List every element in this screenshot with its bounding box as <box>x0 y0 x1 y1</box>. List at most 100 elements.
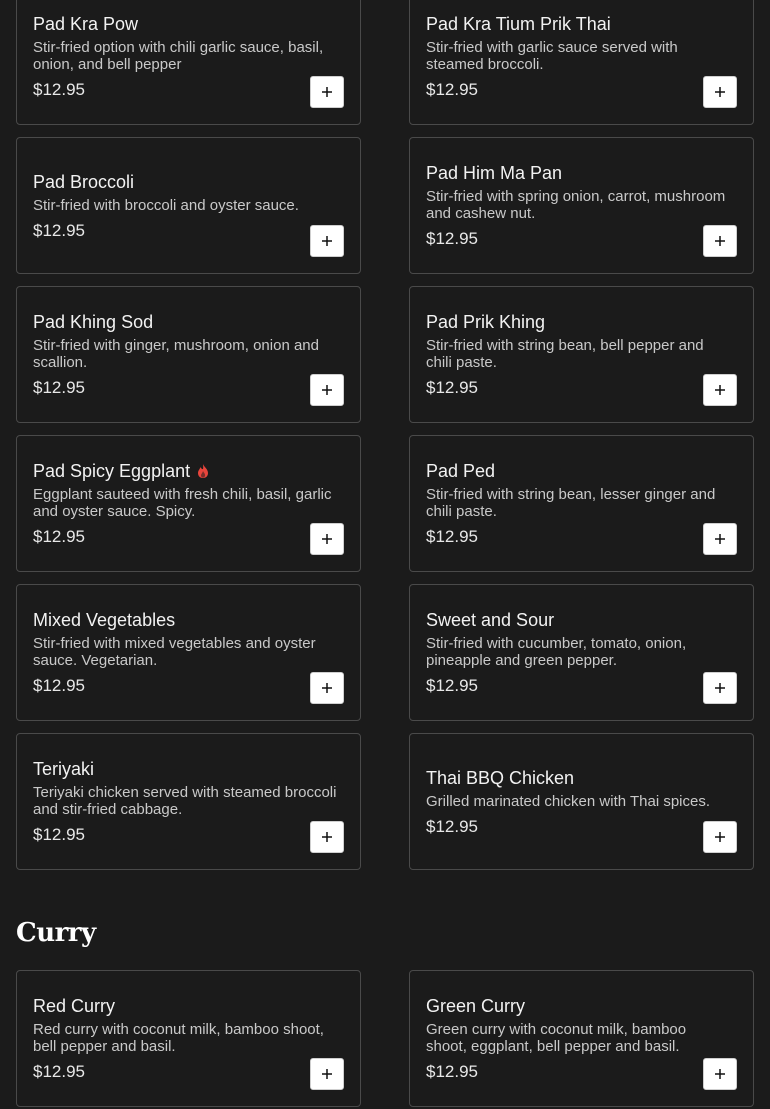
menu-item-card[interactable]: Mixed Vegetables Stir-fried with mixed v… <box>16 584 361 721</box>
add-to-cart-button[interactable] <box>703 523 737 555</box>
menu-item-name: Pad Kra Tium Prik Thai <box>426 14 611 34</box>
menu-item-price: $12.95 <box>33 825 85 844</box>
menu-item-name: Thai BBQ Chicken <box>426 767 575 788</box>
plus-icon <box>322 385 332 395</box>
menu-item-name: Red Curry <box>33 996 116 1016</box>
add-to-cart-button[interactable] <box>310 523 344 555</box>
menu-item-title-row: Pad Him Ma Pan <box>426 162 737 184</box>
plus-icon <box>322 683 332 693</box>
menu-item-description: Stir-fried with cucumber, tomato, onion,… <box>426 635 687 669</box>
add-to-cart-button[interactable] <box>703 225 737 257</box>
add-to-cart-button[interactable] <box>310 821 344 853</box>
menu-item-price: $12.95 <box>426 1062 478 1081</box>
plus-icon <box>322 1069 332 1079</box>
menu-item-title-row: Pad Broccoli <box>33 171 344 193</box>
menu-item-description: Grilled marinated chicken with Thai spic… <box>426 792 711 810</box>
add-to-cart-button[interactable] <box>310 225 344 257</box>
menu-item-card[interactable]: Thai BBQ Chicken Grilled marinated chick… <box>409 733 754 870</box>
add-to-cart-button[interactable] <box>703 76 737 108</box>
menu-item-description: Green curry with coconut milk, bamboo sh… <box>426 1021 687 1055</box>
add-to-cart-button[interactable] <box>310 1058 344 1090</box>
menu-item-price: $12.95 <box>33 527 85 546</box>
section-title-curry: Curry <box>16 918 96 948</box>
menu-item-description: Stir-fried with string bean, lesser ging… <box>426 486 716 520</box>
menu-item-card[interactable]: Green Curry Green curry with coconut mil… <box>409 970 754 1107</box>
menu-item-title-row: Pad Ped <box>426 460 737 482</box>
menu-item-price: $12.95 <box>33 220 85 240</box>
menu-item-price: $12.95 <box>33 80 85 99</box>
chili-flame-icon <box>198 464 209 478</box>
menu-item-price: $12.95 <box>426 378 478 397</box>
menu-page: Pad Kra Pow Stir-fried option with chili… <box>0 0 770 1109</box>
menu-item-name: Pad Spicy Eggplant <box>33 461 191 481</box>
menu-item-card[interactable]: Pad Khing Sod Stir-fried with ginger, mu… <box>16 286 361 423</box>
add-to-cart-button[interactable] <box>703 821 737 853</box>
menu-item-card[interactable]: Sweet and Sour Stir-fried with cucumber,… <box>409 584 754 721</box>
menu-item-title-row: Pad Spicy Eggplant <box>33 460 344 482</box>
stir-fry-grid: Pad Kra Pow Stir-fried option with chili… <box>16 0 754 870</box>
menu-item-card[interactable]: Pad Kra Pow Stir-fried option with chili… <box>16 0 361 125</box>
menu-item-title-row: Red Curry <box>33 995 344 1017</box>
menu-item-description: Eggplant sauteed with fresh chili, basil… <box>33 486 332 520</box>
menu-item-name: Mixed Vegetables <box>33 610 176 630</box>
menu-item-price: $12.95 <box>33 1062 85 1081</box>
menu-item-card[interactable]: Pad Kra Tium Prik Thai Stir-fried with g… <box>409 0 754 125</box>
plus-icon <box>715 236 725 246</box>
plus-icon <box>715 1069 725 1079</box>
menu-item-title-row: Thai BBQ Chicken <box>426 767 737 789</box>
menu-item-price: $12.95 <box>426 80 478 99</box>
menu-item-card[interactable]: Pad Spicy Eggplant Eggplant sauteed with… <box>16 435 361 572</box>
menu-item-card[interactable]: Pad Him Ma Pan Stir-fried with spring on… <box>409 137 754 274</box>
menu-item-title-row: Pad Prik Khing <box>426 311 737 333</box>
menu-item-price: $12.95 <box>33 378 85 397</box>
plus-icon <box>715 87 725 97</box>
add-to-cart-button[interactable] <box>703 672 737 704</box>
menu-item-name: Pad Broccoli <box>33 171 135 192</box>
add-to-cart-button[interactable] <box>310 672 344 704</box>
menu-item-description: Stir-fried with string bean, bell pepper… <box>426 337 704 371</box>
plus-icon <box>322 534 332 544</box>
menu-item-name: Pad Prik Khing <box>426 312 546 332</box>
add-to-cart-button[interactable] <box>703 374 737 406</box>
menu-item-title-row: Green Curry <box>426 995 737 1017</box>
menu-item-card[interactable]: Pad Ped Stir-fried with string bean, les… <box>409 435 754 572</box>
menu-item-description: Stir-fried with broccoli and oyster sauc… <box>33 196 299 214</box>
add-to-cart-button[interactable] <box>703 1058 737 1090</box>
plus-icon <box>322 87 332 97</box>
menu-item-name: Teriyaki <box>33 759 95 779</box>
menu-item-price: $12.95 <box>33 676 85 695</box>
menu-item-name: Pad Him Ma Pan <box>426 163 563 183</box>
menu-item-price: $12.95 <box>426 229 478 248</box>
plus-icon <box>715 832 725 842</box>
menu-item-name: Pad Ped <box>426 461 496 481</box>
menu-item-description: Stir-fried with garlic sauce served with… <box>426 39 678 73</box>
menu-item-description: Stir-fried option with chili garlic sauc… <box>33 39 324 73</box>
menu-item-card[interactable]: Pad Prik Khing Stir-fried with string be… <box>409 286 754 423</box>
menu-item-card[interactable]: Teriyaki Teriyaki chicken served with st… <box>16 733 361 870</box>
menu-item-title-row: Sweet and Sour <box>426 609 737 631</box>
menu-item-price: $12.95 <box>426 527 478 546</box>
menu-item-name: Green Curry <box>426 996 526 1016</box>
plus-icon <box>715 683 725 693</box>
add-to-cart-button[interactable] <box>310 374 344 406</box>
menu-item-title-row: Pad Khing Sod <box>33 311 344 333</box>
curry-grid: Red Curry Red curry with coconut milk, b… <box>16 970 754 1107</box>
menu-item-title-row: Pad Kra Pow <box>33 13 344 35</box>
menu-item-description: Stir-fried with spring onion, carrot, mu… <box>426 188 726 222</box>
plus-icon <box>715 534 725 544</box>
menu-item-name: Pad Kra Pow <box>33 14 139 34</box>
menu-item-card[interactable]: Pad Broccoli Stir-fried with broccoli an… <box>16 137 361 274</box>
add-to-cart-button[interactable] <box>310 76 344 108</box>
menu-item-title-row: Teriyaki <box>33 758 344 780</box>
menu-item-name: Sweet and Sour <box>426 610 555 630</box>
menu-item-title-row: Mixed Vegetables <box>33 609 344 631</box>
menu-item-description: Stir-fried with ginger, mushroom, onion … <box>33 337 319 371</box>
menu-item-card[interactable]: Red Curry Red curry with coconut milk, b… <box>16 970 361 1107</box>
menu-item-price: $12.95 <box>426 676 478 695</box>
plus-icon <box>322 832 332 842</box>
plus-icon <box>715 385 725 395</box>
menu-item-description: Teriyaki chicken served with steamed bro… <box>33 784 337 818</box>
menu-item-name: Pad Khing Sod <box>33 312 154 332</box>
menu-item-title-row: Pad Kra Tium Prik Thai <box>426 13 737 35</box>
plus-icon <box>322 236 332 246</box>
